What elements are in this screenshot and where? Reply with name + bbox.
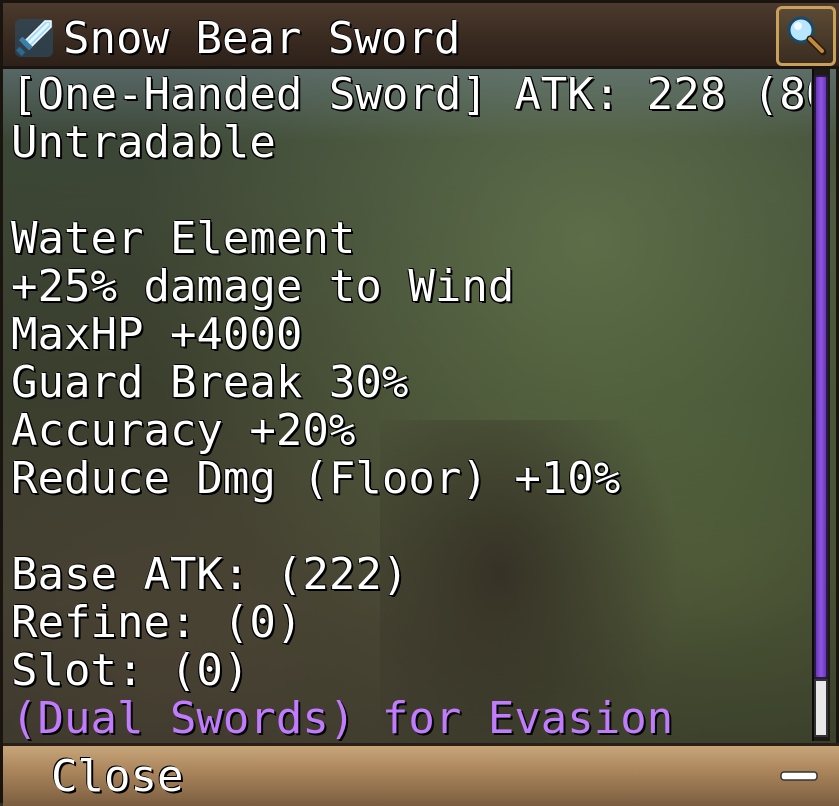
tradable-line: Untradable (11, 117, 276, 168)
accuracy-line: Accuracy +20% (11, 405, 356, 456)
minus-icon (780, 771, 818, 781)
title-bar[interactable]: Snow Bear Sword (3, 3, 839, 69)
scrollbar-end-cap (814, 679, 828, 737)
weapon-type-line: [One-Handed Sword] ATK: 228 (80%) (11, 69, 811, 120)
sword-icon (15, 19, 53, 57)
minimize-button[interactable] (779, 764, 819, 788)
base-atk-line: Base ATK: (222) (11, 549, 409, 600)
search-button[interactable] (776, 6, 836, 66)
refine-line: Refine: (0) (11, 597, 303, 648)
element-line: Water Element (11, 213, 356, 264)
scrollbar-thumb[interactable] (814, 75, 828, 679)
maxhp-line: MaxHP +4000 (11, 309, 303, 360)
damage-bonus-line: +25% damage to Wind (11, 261, 515, 312)
slot-line: Slot: (0) (11, 645, 250, 696)
reduce-damage-line: Reduce Dmg (Floor) +10% (11, 453, 621, 504)
combo-line: (Dual Swords) for Evasion (11, 693, 674, 743)
bottom-bar: Close (3, 743, 839, 806)
item-description[interactable]: [One-Handed Sword] ATK: 228 (80%) Untrad… (3, 69, 811, 743)
magnifier-icon (787, 16, 827, 56)
item-title: Snow Bear Sword (63, 13, 461, 64)
close-button[interactable]: Close (51, 752, 183, 802)
item-info-window: Snow Bear Sword [One-Handed Sword] ATK: … (0, 0, 839, 806)
guard-break-line: Guard Break 30% (11, 357, 409, 408)
